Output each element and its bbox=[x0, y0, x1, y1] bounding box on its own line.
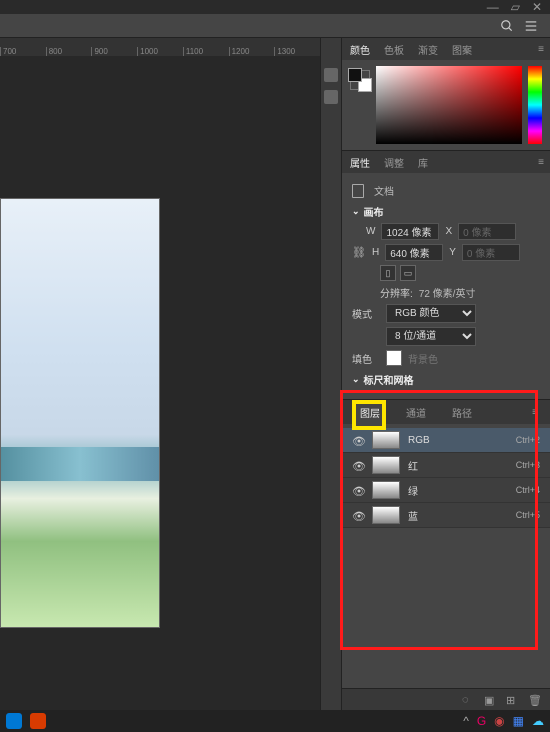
channel-shortcut: Ctrl+5 bbox=[516, 510, 540, 520]
channel-row[interactable]: 👁 红 Ctrl+3 bbox=[342, 453, 550, 478]
panel-menu-icon[interactable]: ≡ bbox=[538, 44, 544, 55]
tab-libraries[interactable]: 库 bbox=[418, 155, 428, 170]
portrait-button[interactable]: ▯ bbox=[380, 265, 396, 281]
depth-select[interactable]: 8 位/通道 bbox=[386, 327, 476, 346]
mode-label: 模式 bbox=[352, 306, 380, 321]
tab-layers[interactable]: 图层 bbox=[354, 401, 386, 424]
channel-thumb bbox=[372, 506, 400, 524]
tab-patterns[interactable]: 图案 bbox=[452, 42, 472, 57]
system-tray: ^ G ◉ ▦ ☁ bbox=[463, 714, 544, 728]
ruler-horizontal: 7008009001000110012001300 bbox=[0, 38, 320, 56]
channel-shortcut: Ctrl+4 bbox=[516, 485, 540, 495]
load-selection-icon[interactable]: ◌ bbox=[462, 694, 474, 706]
channel-thumb bbox=[372, 431, 400, 449]
new-channel-icon[interactable]: ⊞ bbox=[506, 694, 518, 706]
channel-shortcut: Ctrl+2 bbox=[516, 435, 540, 445]
tab-swatches[interactable]: 色板 bbox=[384, 42, 404, 57]
fill-swatch[interactable] bbox=[386, 350, 402, 366]
tray-icon[interactable]: ▦ bbox=[513, 714, 524, 728]
channel-thumb bbox=[372, 481, 400, 499]
panel-menu-icon[interactable] bbox=[524, 19, 538, 33]
x-input bbox=[458, 223, 516, 240]
resolution-label: 分辨率: bbox=[380, 285, 413, 300]
link-icon[interactable]: ⛓ bbox=[352, 246, 366, 259]
height-label: H bbox=[372, 247, 379, 258]
landscape-button[interactable]: ▭ bbox=[400, 265, 416, 281]
mode-select[interactable]: RGB 颜色 bbox=[386, 304, 476, 323]
channel-name: RGB bbox=[408, 435, 508, 446]
close-button[interactable]: ✕ bbox=[532, 0, 542, 14]
tab-paths[interactable]: 路径 bbox=[446, 401, 478, 424]
restore-button[interactable]: ▱ bbox=[511, 0, 520, 14]
channel-thumb bbox=[372, 456, 400, 474]
section-canvas[interactable]: 画布 bbox=[352, 204, 540, 219]
search-icon[interactable] bbox=[500, 19, 514, 33]
width-label: W bbox=[366, 226, 375, 237]
canvas-area[interactable]: 7008009001000110012001300 bbox=[0, 38, 320, 710]
x-label: X bbox=[445, 226, 452, 237]
channel-name: 绿 bbox=[408, 483, 508, 498]
fg-bg-swatch[interactable] bbox=[350, 70, 370, 90]
visibility-icon[interactable]: 👁 bbox=[352, 435, 364, 445]
channel-shortcut: Ctrl+3 bbox=[516, 460, 540, 470]
visibility-icon[interactable]: 👁 bbox=[352, 460, 364, 470]
tab-properties[interactable]: 属性 bbox=[350, 155, 370, 170]
y-input bbox=[462, 244, 520, 261]
channel-list: 👁 RGB Ctrl+2 👁 红 Ctrl+3 👁 绿 Ctrl+4 bbox=[342, 424, 550, 532]
y-label: Y bbox=[449, 247, 456, 258]
tray-icon[interactable]: ◉ bbox=[494, 714, 504, 728]
delete-icon[interactable]: 🗑 bbox=[528, 694, 540, 706]
tray-chevron-icon[interactable]: ^ bbox=[463, 714, 469, 728]
taskbar: ^ G ◉ ▦ ☁ bbox=[0, 710, 550, 732]
tab-color[interactable]: 颜色 bbox=[350, 42, 370, 57]
save-selection-icon[interactable]: ▣ bbox=[484, 694, 496, 706]
color-panel bbox=[342, 60, 550, 150]
tab-channels[interactable]: 通道 bbox=[400, 401, 432, 424]
panel-footer: ◌ ▣ ⊞ 🗑 bbox=[342, 688, 550, 710]
minimize-button[interactable]: — bbox=[487, 0, 499, 14]
doc-label: 文档 bbox=[374, 183, 394, 198]
channel-row[interactable]: 👁 蓝 Ctrl+5 bbox=[342, 503, 550, 528]
window-titlebar: — ▱ ✕ bbox=[0, 0, 550, 14]
channel-row[interactable]: 👁 绿 Ctrl+4 bbox=[342, 478, 550, 503]
hue-slider[interactable] bbox=[528, 66, 542, 144]
taskbar-app[interactable] bbox=[6, 713, 22, 729]
right-panels: 颜色 色板 渐变 图案 ≡ 属性 调整 库 ≡ 文档 画布 bbox=[342, 38, 550, 710]
resolution-value: 72 像素/英寸 bbox=[419, 285, 476, 300]
taskbar-app[interactable] bbox=[30, 713, 46, 729]
dock-icon[interactable] bbox=[324, 90, 338, 104]
options-bar bbox=[0, 14, 550, 38]
channels-panel: 图层 通道 路径 ≡ 👁 RGB Ctrl+2 👁 红 Ctrl+3 bbox=[342, 399, 550, 532]
tab-adjustments[interactable]: 调整 bbox=[384, 155, 404, 170]
panel-menu-icon[interactable]: ≡ bbox=[538, 157, 544, 168]
tab-gradients[interactable]: 渐变 bbox=[418, 42, 438, 57]
section-rulers-grid[interactable]: 标尺和网格 bbox=[352, 372, 540, 387]
width-input[interactable] bbox=[381, 223, 439, 240]
document-canvas[interactable] bbox=[0, 198, 160, 628]
properties-panel: 属性 调整 库 ≡ 文档 画布 W X ⛓ H Y bbox=[342, 150, 550, 397]
fill-value: 背景色 bbox=[408, 351, 438, 366]
tray-icon[interactable]: ☁ bbox=[532, 714, 544, 728]
visibility-icon[interactable]: 👁 bbox=[352, 485, 364, 495]
color-field[interactable] bbox=[376, 66, 522, 144]
fill-label: 填色 bbox=[352, 351, 380, 366]
channel-name: 蓝 bbox=[408, 508, 508, 523]
panel-menu-icon[interactable]: ≡ bbox=[526, 403, 544, 422]
dock-icon[interactable] bbox=[324, 68, 338, 82]
document-icon bbox=[352, 184, 364, 198]
channel-row[interactable]: 👁 RGB Ctrl+2 bbox=[342, 428, 550, 453]
collapsed-panel-dock bbox=[320, 38, 342, 710]
tray-icon[interactable]: G bbox=[477, 714, 486, 728]
channel-name: 红 bbox=[408, 458, 508, 473]
height-input[interactable] bbox=[385, 244, 443, 261]
color-panel-tabs: 颜色 色板 渐变 图案 ≡ bbox=[342, 38, 550, 60]
visibility-icon[interactable]: 👁 bbox=[352, 510, 364, 520]
